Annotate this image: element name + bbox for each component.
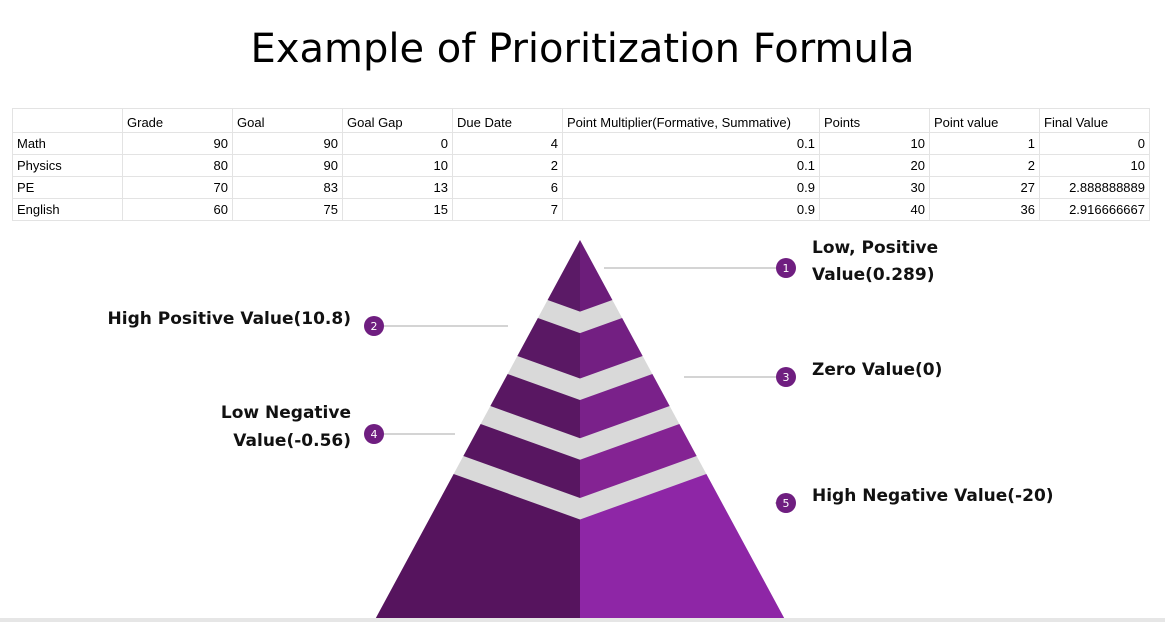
- callout-label: High Positive Value(10.8): [108, 309, 351, 329]
- bottom-scrollbar[interactable]: [0, 618, 1165, 622]
- callout-4: 4 Low Negative Value(-0.56): [221, 403, 455, 451]
- callout-label: Low Negative: [221, 403, 351, 423]
- callout-label: Low, Positive: [812, 238, 938, 258]
- callout-number: 2: [371, 320, 378, 333]
- callout-label: Zero Value(0): [812, 360, 942, 380]
- callout-number: 1: [783, 262, 790, 275]
- pyramid-group: [375, 240, 785, 618]
- callout-label: High Negative Value(-20): [812, 486, 1054, 506]
- priority-pyramid: 1 Low, Positive Value(0.289) 2 High Positive…: [108, 238, 1054, 618]
- callout-3: 3 Zero Value(0): [684, 360, 942, 387]
- pyramid-tier-1-left-face: [547, 240, 580, 312]
- callout-1: 1 Low, Positive Value(0.289): [604, 238, 938, 285]
- callout-5: 5 High Negative Value(-20): [775, 486, 1054, 513]
- callout-number: 3: [783, 371, 790, 384]
- callout-number: 5: [783, 497, 790, 510]
- callout-label: Value(-0.56): [233, 431, 351, 451]
- pyramid-tier-1-right-face: [580, 240, 613, 312]
- callout-number: 4: [371, 428, 378, 441]
- callout-label: Value(0.289): [812, 265, 934, 285]
- callout-2: 2 High Positive Value(10.8): [108, 309, 508, 336]
